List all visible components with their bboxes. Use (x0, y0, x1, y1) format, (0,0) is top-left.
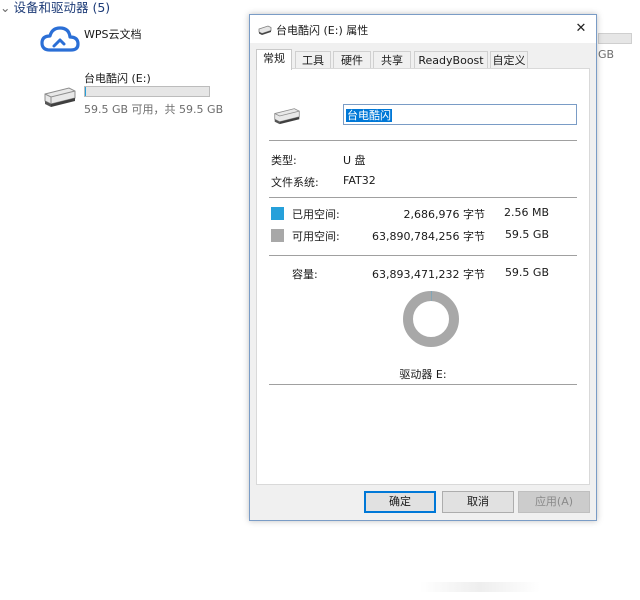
cancel-button[interactable]: 取消 (442, 491, 514, 513)
free-space-swatch (271, 229, 284, 242)
wps-label: WPS云文档 (84, 28, 142, 41)
wps-cloud-item[interactable]: WPS云文档 (38, 22, 198, 58)
drive-item-e[interactable]: 台电酷闪 (E:) 59.5 GB 可用，共 59.5 GB (38, 68, 238, 116)
usb-drive-icon (44, 87, 76, 107)
close-icon: ✕ (575, 21, 587, 36)
close-button[interactable]: ✕ (566, 15, 596, 43)
drive-letter-label: 驱动器 E: (399, 368, 447, 381)
ok-button[interactable]: 确定 (364, 491, 436, 513)
capacity-bytes: 63,893,471,232 字节 (372, 268, 485, 281)
separator (269, 255, 577, 256)
tab-sharing[interactable]: 共享 (373, 51, 411, 68)
drive-name: 台电酷闪 (E:) (84, 72, 151, 85)
used-space-size: 2.56 MB (503, 206, 549, 219)
separator (269, 384, 577, 385)
drive-usage-bar (84, 86, 210, 97)
drive-space-text: 59.5 GB 可用，共 59.5 GB (84, 103, 224, 116)
filesystem-value: FAT32 (343, 174, 376, 187)
capacity-size: 59.5 GB (504, 266, 549, 279)
free-space-bytes: 63,890,784,256 字节 (372, 230, 485, 243)
usage-donut-chart (403, 291, 459, 347)
used-space-swatch (271, 207, 284, 220)
section-title: 设备和驱动器 (5) (13, 0, 111, 15)
background-blur (420, 582, 540, 592)
capacity-label: 容量: (292, 268, 318, 281)
filesystem-label: 文件系统: (271, 176, 319, 189)
selected-name-text: 台电酷闪 (346, 109, 392, 122)
drive-usage-fill (85, 87, 87, 96)
tab-hardware[interactable]: 硬件 (333, 51, 371, 68)
chevron-down-icon: ⌄ (0, 0, 11, 15)
tab-tools[interactable]: 工具 (295, 51, 331, 68)
free-space-label: 可用空间: (292, 230, 340, 243)
tab-readyboost[interactable]: ReadyBoost (414, 51, 488, 68)
cloud-icon (40, 26, 80, 52)
partial-drive-text: GB (598, 48, 615, 61)
free-space-ring (403, 291, 459, 347)
general-tab-panel: 台电酷闪 类型: U 盘 文件系统: FAT32 已用空间: 2,686,976… (256, 68, 590, 485)
tab-customize[interactable]: 自定义 (490, 51, 528, 68)
used-space-bytes: 2,686,976 字节 (403, 208, 485, 221)
type-label: 类型: (271, 154, 297, 167)
usb-drive-icon (258, 25, 272, 35)
free-space-size: 59.5 GB (504, 228, 549, 241)
separator (269, 197, 577, 198)
usb-drive-icon (274, 108, 300, 125)
type-value: U 盘 (343, 154, 366, 167)
partial-drive-bar (598, 33, 632, 44)
dialog-titlebar[interactable]: 台电酷闪 (E:) 属性 ✕ (250, 15, 596, 43)
apply-button[interactable]: 应用(A) (518, 491, 590, 513)
dialog-title: 台电酷闪 (E:) 属性 (276, 24, 369, 37)
drive-name-input[interactable]: 台电酷闪 (343, 104, 577, 125)
tab-general[interactable]: 常规 (256, 49, 292, 70)
used-space-label: 已用空间: (292, 208, 340, 221)
properties-dialog[interactable]: 台电酷闪 (E:) 属性 ✕ 常规 工具 硬件 共享 ReadyBoost 自定… (249, 14, 597, 521)
separator (269, 140, 577, 141)
section-header[interactable]: ⌄ 设备和驱动器 (5) (0, 0, 110, 16)
